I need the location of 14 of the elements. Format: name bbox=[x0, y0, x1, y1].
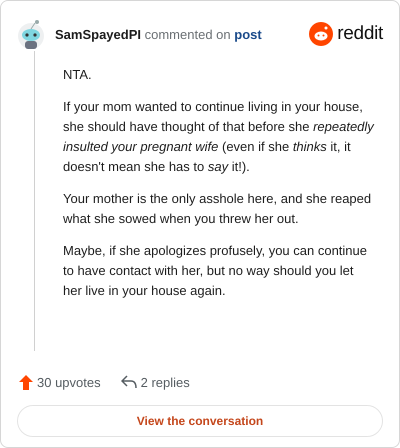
comment-paragraph: Maybe, if she apologizes profusely, you can continue to have contact with her, but no way should you let her live in your house again. bbox=[63, 242, 368, 300]
upvote-arrow-icon bbox=[19, 374, 33, 390]
reply-count: 2 replies bbox=[140, 374, 190, 390]
view-conversation-button[interactable]: View the conversation bbox=[17, 405, 383, 437]
reply-arrow-icon bbox=[120, 375, 137, 389]
brand-name: reddit bbox=[337, 23, 383, 45]
avatar-icon bbox=[17, 18, 45, 50]
upvote-count: 30 upvotes bbox=[37, 374, 101, 390]
comment-paragraph: NTA. bbox=[63, 66, 93, 84]
comment-paragraph: Your mother is the only asshole here, and she reaped what she sowed when you threw her out. bbox=[63, 190, 372, 228]
comment-paragraph: If your mom wanted to continue living in your house, she should have thought of that before she repeatedly insulted your pregnant wife (even if she thinks it, it doesn't mean she has to say it!). bbox=[63, 98, 375, 176]
comment-byline: SamSpayedPI commented on post bbox=[55, 26, 263, 42]
post-link[interactable]: post bbox=[234, 26, 262, 42]
logo-icon bbox=[309, 22, 334, 46]
